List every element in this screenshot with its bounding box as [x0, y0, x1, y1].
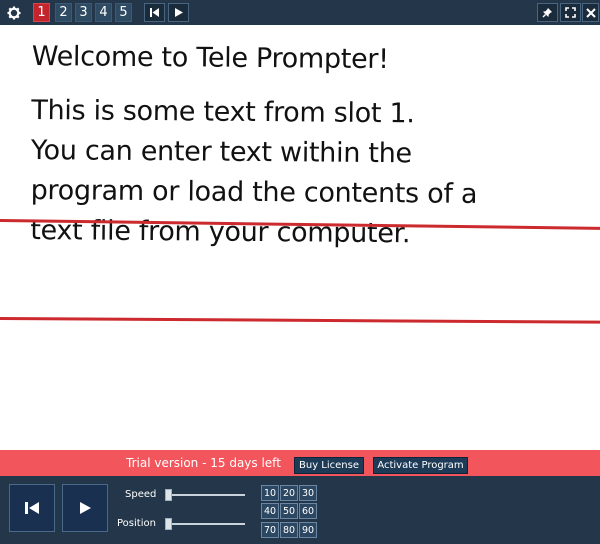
close-button[interactable]	[582, 3, 599, 22]
speed-preset-90[interactable]: 90	[299, 522, 317, 538]
position-label: Position	[117, 518, 156, 529]
play-icon	[80, 502, 91, 514]
prompt-line-3: program or load the contents of a	[30, 174, 478, 210]
rewind-button[interactable]	[144, 3, 165, 22]
activate-program-button[interactable]: Activate Program	[373, 457, 468, 474]
position-slider-track	[165, 523, 245, 525]
trial-banner: Trial version - 15 days left Buy License…	[0, 450, 600, 476]
prompt-heading: Welcome to Tele Prompter!	[31, 40, 389, 76]
speed-preset-40[interactable]: 40	[261, 503, 279, 519]
speed-label: Speed	[125, 489, 157, 500]
buy-license-button[interactable]: Buy License	[294, 457, 364, 474]
top-toolbar: 1 2 3 4 5	[0, 0, 600, 25]
slot-4-button[interactable]: 4	[95, 3, 112, 22]
speed-preset-50[interactable]: 50	[280, 503, 298, 519]
speed-preset-80[interactable]: 80	[280, 522, 298, 538]
play-button[interactable]	[168, 3, 189, 22]
slot-1-button[interactable]: 1	[33, 3, 50, 22]
play-large-button[interactable]	[62, 484, 108, 532]
speed-preset-70[interactable]: 70	[261, 522, 279, 538]
gear-icon	[7, 6, 20, 19]
trial-status-text: Trial version - 15 days left	[126, 456, 281, 470]
prompt-line-4: text file from your computer.	[30, 214, 411, 250]
settings-button[interactable]	[4, 3, 23, 22]
close-icon	[585, 7, 596, 18]
pin-icon	[542, 8, 552, 18]
speed-preset-10[interactable]: 10	[261, 485, 279, 501]
speed-slider[interactable]	[165, 489, 247, 501]
control-panel: Speed Position 10 20 30 40 50 60 70 80 9…	[0, 476, 600, 544]
speed-slider-track	[165, 494, 245, 496]
skip-to-start-icon	[25, 502, 39, 514]
pin-button[interactable]	[537, 3, 558, 22]
fullscreen-icon	[565, 7, 576, 18]
slot-3-button[interactable]: 3	[75, 3, 92, 22]
position-slider-thumb[interactable]	[165, 518, 172, 530]
prompter-text-area[interactable]: Welcome to Tele Prompter! This is some t…	[0, 25, 600, 450]
speed-preset-30[interactable]: 30	[299, 485, 317, 501]
speed-preset-60[interactable]: 60	[299, 503, 317, 519]
fullscreen-button[interactable]	[560, 3, 581, 22]
slot-2-button[interactable]: 2	[55, 3, 72, 22]
rewind-large-button[interactable]	[9, 484, 55, 532]
speed-slider-thumb[interactable]	[165, 489, 172, 501]
speed-preset-20[interactable]: 20	[280, 485, 298, 501]
position-slider[interactable]	[165, 518, 247, 530]
play-icon	[175, 8, 183, 17]
prompt-line-2: You can enter text within the	[30, 134, 412, 170]
skip-to-start-icon	[150, 8, 159, 17]
prompt-line-1: This is some text from slot 1.	[31, 94, 415, 130]
slot-5-button[interactable]: 5	[115, 3, 132, 22]
reading-marker-bottom	[0, 317, 600, 324]
